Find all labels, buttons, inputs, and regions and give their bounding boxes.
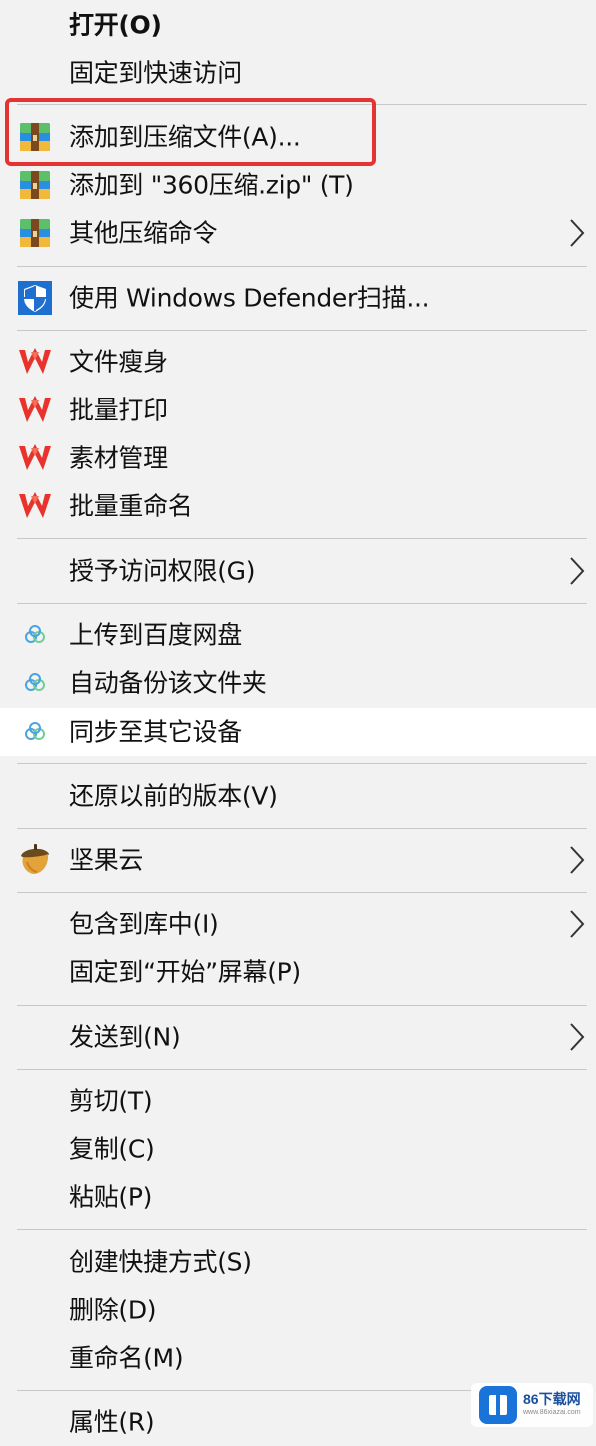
menu-item-rename[interactable]: 重命名(M): [0, 1334, 596, 1382]
menu-item-label: 发送到(N): [69, 1022, 181, 1052]
menu-item-label: 还原以前的版本(V): [69, 781, 278, 811]
menu-item-include-library[interactable]: 包含到库中(I): [0, 900, 596, 948]
watermark-logo-icon: [479, 1386, 517, 1424]
menu-item-batch-print[interactable]: 批量打印: [0, 386, 596, 434]
menu-item-file-slim[interactable]: 文件瘦身: [0, 338, 596, 386]
menu-item-add-to-360zip[interactable]: 添加到 "360压缩.zip" (T): [0, 161, 596, 209]
menu-item-label: 自动备份该文件夹: [69, 668, 267, 698]
menu-item-grant-access[interactable]: 授予访问权限(G): [0, 547, 596, 595]
menu-item-label: 批量重命名: [69, 491, 193, 521]
menu-item-send-to[interactable]: 发送到(N): [0, 1013, 596, 1061]
menu-separator: [17, 828, 587, 829]
watermark-brand: 86下载网: [523, 1391, 581, 1407]
360zip-icon: [17, 215, 53, 251]
jianguoyun-acorn-icon: [17, 842, 53, 878]
chevron-right-icon: [568, 845, 586, 875]
menu-item-label: 剪切(T): [69, 1086, 153, 1116]
menu-item-label: 包含到库中(I): [69, 909, 219, 939]
menu-item-label: 粘贴(P): [69, 1182, 153, 1212]
baidu-netdisk-icon: [17, 617, 53, 653]
menu-item-label: 批量打印: [69, 395, 168, 425]
menu-item-copy[interactable]: 复制(C): [0, 1125, 596, 1173]
chevron-right-icon: [568, 1022, 586, 1052]
menu-item-label: 素材管理: [69, 443, 168, 473]
watermark: 86下载网 www.86xiazai.com: [471, 1383, 593, 1427]
baidu-netdisk-icon: [17, 714, 53, 750]
baidu-netdisk-icon: [17, 665, 53, 701]
menu-item-label: 其他压缩命令: [69, 218, 218, 248]
menu-item-other-compress[interactable]: 其他压缩命令: [0, 209, 596, 257]
menu-item-cut[interactable]: 剪切(T): [0, 1077, 596, 1125]
annotation-highlight-box: [5, 98, 376, 166]
menu-item-asset-manage[interactable]: 素材管理: [0, 434, 596, 482]
menu-item-jianguoyun[interactable]: 坚果云: [0, 836, 596, 884]
menu-item-pin-start[interactable]: 固定到“开始”屏幕(P): [0, 948, 596, 996]
menu-item-delete[interactable]: 删除(D): [0, 1286, 596, 1334]
wps-icon: [17, 440, 53, 476]
menu-separator: [17, 892, 587, 893]
menu-item-label: 属性(R): [69, 1407, 155, 1437]
menu-item-sync-devices[interactable]: 同步至其它设备: [0, 708, 596, 756]
menu-item-label: 文件瘦身: [69, 347, 168, 377]
menu-item-label: 打开(O): [69, 10, 162, 40]
menu-item-auto-backup[interactable]: 自动备份该文件夹: [0, 659, 596, 707]
menu-item-restore-versions[interactable]: 还原以前的版本(V): [0, 772, 596, 820]
menu-item-create-shortcut[interactable]: 创建快捷方式(S): [0, 1238, 596, 1286]
menu-item-defender-scan[interactable]: 使用 Windows Defender扫描...: [0, 274, 596, 322]
menu-item-upload-baidu[interactable]: 上传到百度网盘: [0, 611, 596, 659]
watermark-url: www.86xiazai.com: [523, 1409, 581, 1416]
menu-item-label: 使用 Windows Defender扫描...: [69, 283, 430, 313]
menu-item-label: 上传到百度网盘: [69, 620, 242, 650]
menu-item-label: 重命名(M): [69, 1343, 184, 1373]
menu-separator: [17, 763, 587, 764]
menu-separator: [17, 266, 587, 267]
chevron-right-icon: [568, 556, 586, 586]
menu-separator: [17, 330, 587, 331]
menu-separator: [17, 1069, 587, 1070]
menu-item-paste[interactable]: 粘贴(P): [0, 1173, 596, 1221]
360zip-icon: [17, 167, 53, 203]
wps-icon: [17, 392, 53, 428]
menu-separator: [17, 603, 587, 604]
windows-defender-shield-icon: [17, 280, 53, 316]
chevron-right-icon: [568, 909, 586, 939]
menu-item-label: 创建快捷方式(S): [69, 1247, 252, 1277]
menu-separator: [17, 538, 587, 539]
context-menu: 打开(O) 固定到快速访问 添加到压缩文件(A)... 添加到 "360压缩.z…: [0, 0, 596, 1441]
menu-item-open[interactable]: 打开(O): [0, 1, 596, 49]
menu-item-label: 添加到 "360压缩.zip" (T): [69, 170, 354, 200]
menu-item-label: 坚果云: [69, 845, 144, 875]
menu-item-batch-rename[interactable]: 批量重命名: [0, 482, 596, 530]
menu-item-label: 授予访问权限(G): [69, 556, 256, 586]
menu-item-label: 删除(D): [69, 1295, 157, 1325]
menu-separator: [17, 1229, 587, 1230]
menu-item-label: 固定到快速访问: [69, 58, 242, 88]
chevron-right-icon: [568, 218, 586, 248]
menu-item-label: 同步至其它设备: [69, 717, 242, 747]
menu-item-label: 复制(C): [69, 1134, 155, 1164]
menu-item-pin-quick-access[interactable]: 固定到快速访问: [0, 49, 596, 97]
wps-icon: [17, 488, 53, 524]
menu-separator: [17, 1005, 587, 1006]
wps-icon: [17, 344, 53, 380]
menu-item-label: 固定到“开始”屏幕(P): [69, 957, 301, 987]
